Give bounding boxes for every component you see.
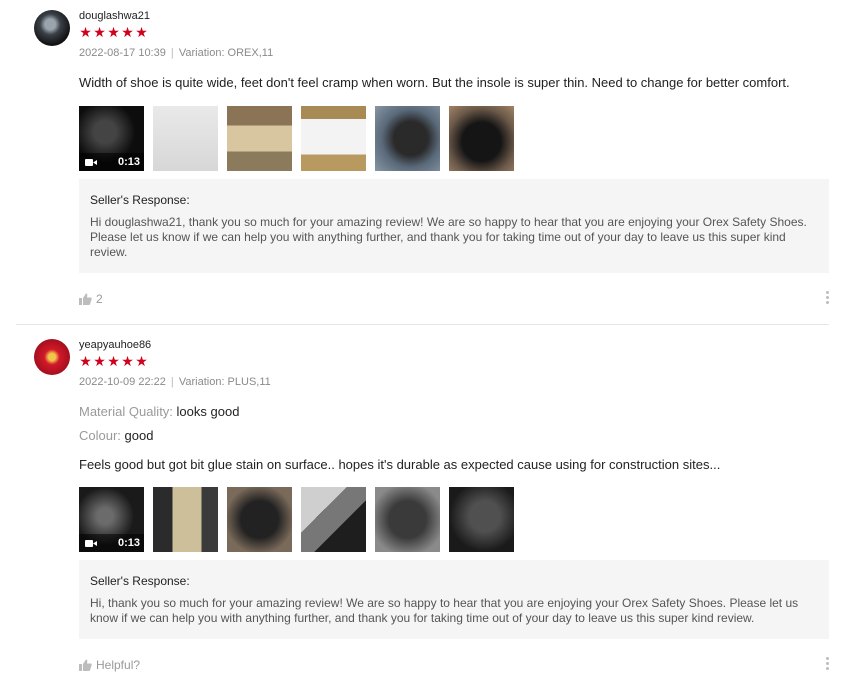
review-image-thumbnail[interactable] <box>227 106 292 171</box>
star-icon: ★ <box>93 24 106 40</box>
star-icon: ★ <box>121 353 134 369</box>
review-image-thumbnail[interactable] <box>301 487 366 552</box>
review-datetime: 2022-10-09 22:22 <box>79 376 166 388</box>
helpful-button[interactable]: Helpful? <box>79 658 140 672</box>
rating-stars: ★ ★ ★ ★ ★ <box>79 353 148 369</box>
video-camera-icon <box>85 158 97 166</box>
meta-separator: | <box>170 47 174 59</box>
reviewer-username[interactable]: douglashwa21 <box>79 10 150 22</box>
review-datetime: 2022-08-17 10:39 <box>79 47 166 59</box>
seller-response: Seller's Response: Hi, thank you so much… <box>79 560 829 639</box>
review-image-thumbnail[interactable] <box>375 106 440 171</box>
reviewer-username[interactable]: yeapyauhoe86 <box>79 339 151 351</box>
video-duration: 0:13 <box>117 537 140 549</box>
video-camera-icon <box>85 539 97 547</box>
review-image-thumbnail[interactable] <box>449 106 514 171</box>
seller-response-text: Hi, thank you so much for your amazing r… <box>90 596 799 625</box>
star-icon: ★ <box>79 24 92 40</box>
seller-response: Seller's Response: Hi douglashwa21, than… <box>79 179 829 273</box>
star-icon: ★ <box>121 24 134 40</box>
helpful-count: 2 <box>96 292 103 306</box>
star-icon: ★ <box>107 24 120 40</box>
review-comment: Feels good but got bit glue stain on sur… <box>79 457 721 472</box>
star-icon: ★ <box>79 353 92 369</box>
review-meta: 2022-08-17 10:39 | Variation: OREX,11 <box>79 47 273 59</box>
review-image-thumbnail[interactable] <box>301 106 366 171</box>
meta-separator: | <box>170 376 174 388</box>
thumbs-up-icon <box>79 293 92 305</box>
attribute-value: good <box>124 428 154 443</box>
review-attribute-colour: Colour: good <box>79 428 153 443</box>
review-media-list: 0:13 <box>79 487 514 552</box>
helpful-button[interactable]: 2 <box>79 292 103 306</box>
review-image-thumbnail[interactable] <box>227 487 292 552</box>
review-media-list: 0:13 <box>79 106 514 171</box>
review-video-thumbnail[interactable]: 0:13 <box>79 106 144 171</box>
review-variation: Variation: OREX,11 <box>178 47 274 59</box>
rating-stars: ★ ★ ★ ★ ★ <box>79 24 148 40</box>
review-divider <box>16 324 829 325</box>
seller-response-title: Seller's Response: <box>90 574 190 588</box>
review-comment: Width of shoe is quite wide, feet don't … <box>79 75 790 90</box>
star-icon: ★ <box>93 353 106 369</box>
review-image-thumbnail[interactable] <box>449 487 514 552</box>
review-video-thumbnail[interactable]: 0:13 <box>79 487 144 552</box>
review-meta: 2022-10-09 22:22 | Variation: PLUS,11 <box>79 376 271 388</box>
review-item: douglashwa21 ★ ★ ★ ★ ★ 2022-08-17 10:39 … <box>0 0 847 325</box>
video-overlay: 0:13 <box>79 534 144 552</box>
video-overlay: 0:13 <box>79 153 144 171</box>
review-attribute-material: Material Quality: looks good <box>79 404 239 419</box>
seller-response-text: Hi douglashwa21, thank you so much for y… <box>90 215 807 259</box>
review-image-thumbnail[interactable] <box>375 487 440 552</box>
star-icon: ★ <box>135 24 148 40</box>
star-icon: ★ <box>135 353 148 369</box>
more-vertical-icon[interactable] <box>824 657 830 671</box>
avatar[interactable] <box>34 10 70 46</box>
seller-response-title: Seller's Response: <box>90 193 190 207</box>
review-image-thumbnail[interactable] <box>153 487 218 552</box>
review-variation: Variation: PLUS,11 <box>178 376 271 388</box>
attribute-key: Material Quality: <box>79 404 173 419</box>
video-duration: 0:13 <box>117 156 140 168</box>
attribute-key: Colour: <box>79 428 121 443</box>
attribute-value: looks good <box>176 404 240 419</box>
avatar[interactable] <box>34 339 70 375</box>
star-icon: ★ <box>107 353 120 369</box>
more-vertical-icon[interactable] <box>824 291 830 305</box>
review-image-thumbnail[interactable] <box>153 106 218 171</box>
helpful-label: Helpful? <box>96 658 141 672</box>
thumbs-up-icon <box>79 659 92 671</box>
review-item: yeapyauhoe86 ★ ★ ★ ★ ★ 2022-10-09 22:22 … <box>0 326 847 689</box>
